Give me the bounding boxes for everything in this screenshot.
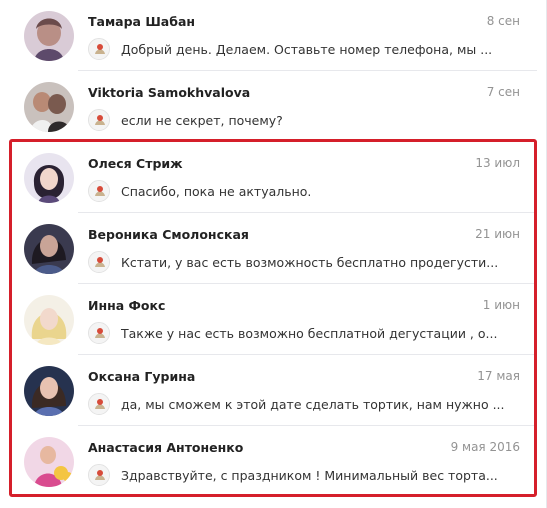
dialog-snippet: Добрый день. Делаем. Оставьте номер теле…	[121, 42, 493, 57]
sender-avatar	[88, 180, 110, 202]
dialog-date: 8 сен	[486, 14, 520, 28]
dialog-name: Анастасия Антоненко	[88, 440, 244, 455]
sender-avatar	[88, 393, 110, 415]
dialog-snippet: если не секрет, почему?	[121, 113, 283, 128]
avatar	[24, 11, 74, 61]
dialog-row[interactable]: Анастасия Антоненко 9 мая 2016 Здравству…	[10, 426, 537, 497]
dialog-name: Тамара Шабан	[88, 14, 196, 29]
avatar	[24, 295, 74, 345]
dialog-date: 21 июн	[475, 227, 520, 241]
dialog-name: Оксана Гурина	[88, 369, 196, 384]
avatar	[24, 224, 74, 274]
sender-avatar	[88, 38, 110, 60]
sender-avatar	[88, 109, 110, 131]
dialog-date: 7 сен	[486, 85, 520, 99]
sender-avatar	[88, 464, 110, 486]
dialog-name: Инна Фокс	[88, 298, 166, 313]
dialog-row[interactable]: Вероника Смолонская 21 июн Кстати, у вас…	[10, 213, 537, 284]
avatar	[24, 82, 74, 132]
dialog-snippet: Здравствуйте, с праздником ! Минимальный…	[121, 468, 498, 483]
dialog-row[interactable]: Олеся Стриж 13 июл Спасибо, пока не акту…	[10, 142, 537, 213]
avatar	[24, 153, 74, 203]
dialog-row[interactable]: Тамара Шабан 8 сен Добрый день. Делаем. …	[10, 0, 537, 71]
sender-avatar	[88, 251, 110, 273]
dialog-name: Вероника Смолонская	[88, 227, 249, 242]
dialog-row[interactable]: Оксана Гурина 17 мая да, мы сможем к это…	[10, 355, 537, 426]
dialog-snippet: Кстати, у вас есть возможность бесплатно…	[121, 255, 499, 270]
dialog-snippet: Также у нас есть возможно бесплатной дег…	[121, 326, 498, 341]
avatar	[24, 366, 74, 416]
dialog-name: Олеся Стриж	[88, 156, 183, 171]
dialog-date: 17 мая	[477, 369, 520, 383]
sender-avatar	[88, 322, 110, 344]
dialog-snippet: да, мы сможем к этой дате сделать тортик…	[121, 397, 505, 412]
dialog-row[interactable]: Инна Фокс 1 июн Также у нас есть возможн…	[10, 284, 537, 355]
dialog-row[interactable]: Viktoria Samokhvalova 7 сен если не секр…	[10, 71, 537, 142]
avatar	[24, 437, 74, 487]
dialog-date: 9 мая 2016	[450, 440, 520, 454]
dialog-date: 13 июл	[475, 156, 520, 170]
dialog-date: 1 июн	[482, 298, 520, 312]
dialog-name: Viktoria Samokhvalova	[88, 85, 251, 100]
dialog-snippet: Спасибо, пока не актуально.	[121, 184, 312, 199]
